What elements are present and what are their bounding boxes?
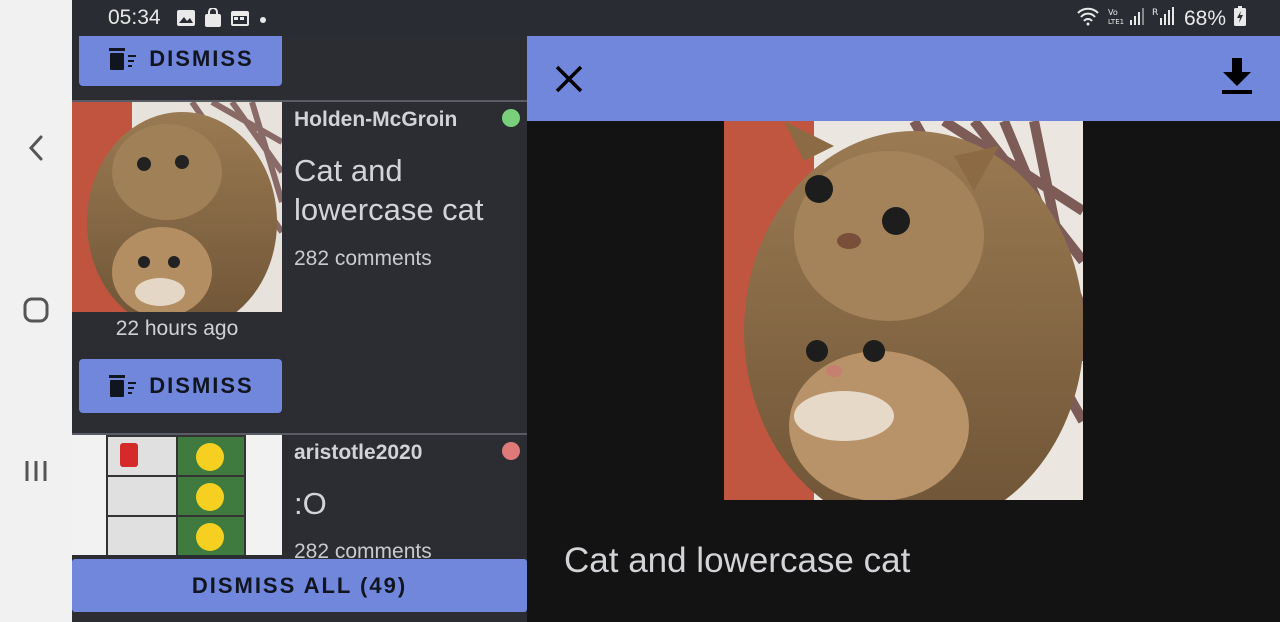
status-bar: 05:34 Vo LTE1 R 68%: [72, 0, 1280, 36]
dismiss-all-button[interactable]: DISMISS ALL (49): [72, 559, 527, 612]
download-icon[interactable]: [1220, 58, 1254, 96]
close-icon[interactable]: [553, 63, 585, 95]
post-username[interactable]: Holden-McGroin: [294, 108, 457, 132]
post-age: 22 hours ago: [115, 317, 239, 340]
status-time: 05:34: [108, 6, 161, 29]
image-caption: Cat and lowercase cat: [564, 541, 911, 580]
svg-text:LTE1: LTE1: [1108, 18, 1124, 26]
post-thumbnail[interactable]: [72, 435, 282, 555]
full-image[interactable]: [724, 121, 1083, 500]
back-icon[interactable]: [0, 130, 72, 166]
calendar-icon: [230, 9, 250, 32]
svg-text:R: R: [1152, 8, 1158, 18]
image-viewer: Cat and lowercase cat: [527, 36, 1280, 622]
android-nav-bar: [0, 0, 72, 622]
bag-icon: [204, 7, 222, 33]
post-title[interactable]: Cat and lowercase cat: [294, 151, 514, 229]
post-thumbnail[interactable]: [72, 102, 282, 312]
recents-icon[interactable]: [0, 456, 72, 486]
home-icon[interactable]: [0, 294, 72, 326]
svg-text:Vo: Vo: [1108, 8, 1118, 17]
dot-icon: [258, 12, 268, 30]
battery-percent: 68%: [1183, 7, 1226, 30]
gallery-icon: [176, 9, 196, 32]
notification-feed: DISMISS Holden-McGroin Cat and lowercase…: [72, 36, 527, 622]
post-comments[interactable]: 282 comments: [294, 247, 432, 271]
status-dot: [502, 109, 520, 127]
roaming-signal-icon: R: [1152, 6, 1176, 32]
post-username[interactable]: aristotle2020: [294, 441, 422, 465]
viewer-toolbar: [527, 36, 1280, 121]
post-title[interactable]: :O: [294, 484, 514, 523]
dismiss-button[interactable]: DISMISS: [79, 36, 282, 86]
dismiss-button[interactable]: DISMISS: [79, 359, 282, 413]
volte-signal-icon: Vo LTE1: [1108, 6, 1144, 32]
delete-sweep-icon: [109, 375, 137, 397]
wifi-icon: [1076, 6, 1100, 32]
status-dot: [502, 442, 520, 460]
delete-sweep-icon: [109, 48, 137, 70]
dismiss-label: DISMISS: [149, 46, 254, 71]
battery-icon: [1234, 6, 1246, 32]
dismiss-label: DISMISS: [149, 373, 254, 398]
